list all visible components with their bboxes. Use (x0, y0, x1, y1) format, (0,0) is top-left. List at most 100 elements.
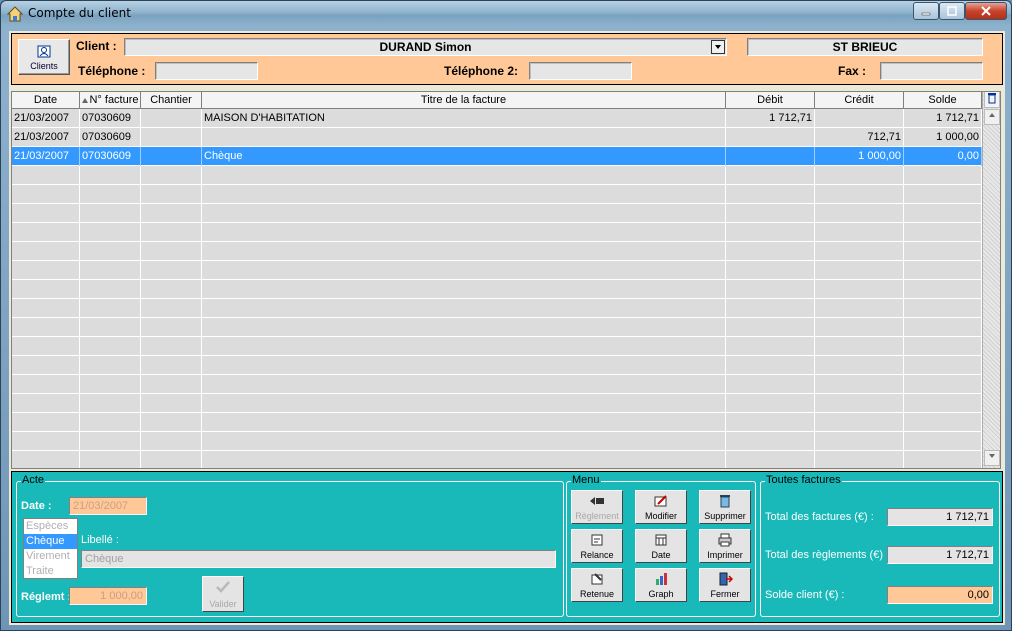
cell-solde (904, 432, 982, 451)
close-button[interactable] (965, 2, 1007, 20)
vertical-scrollbar[interactable] (982, 92, 1000, 468)
table-row-empty[interactable] (12, 204, 982, 223)
cell-solde (904, 261, 982, 280)
minimize-button[interactable] (913, 2, 939, 20)
cell-credit (815, 242, 904, 261)
cell-solde (904, 166, 982, 185)
cell-invoice-number (80, 394, 141, 413)
cell-date: 21/03/2007 (12, 147, 80, 166)
scroll-down-button[interactable] (984, 450, 1000, 466)
cell-titre (202, 204, 726, 223)
column-header-date[interactable]: Date (12, 92, 80, 109)
cell-solde: 1 712,71 (904, 109, 982, 128)
clients-button-label: Clients (30, 61, 58, 71)
cell-credit (815, 280, 904, 299)
date-button[interactable]: Date (635, 529, 687, 563)
cell-debit (726, 375, 815, 394)
table-row[interactable]: 21/03/2007 07030609 MAISON D'HABITATION 1 7… (12, 109, 982, 128)
table-row-empty[interactable] (12, 432, 982, 451)
table-row-empty[interactable] (12, 356, 982, 375)
cell-chantier (141, 299, 202, 318)
table-row-empty[interactable] (12, 318, 982, 337)
column-header-debit[interactable]: Débit (726, 92, 815, 109)
combo-dropdown-button[interactable] (711, 40, 725, 54)
maximize-icon (947, 6, 957, 16)
payment-type-especes[interactable]: Espèces (24, 519, 77, 534)
cell-date (12, 299, 80, 318)
table-row[interactable]: 21/03/2007 07030609 Chèque 1 000,00 0,00 (12, 147, 982, 166)
column-header-credit[interactable]: Crédit (815, 92, 904, 109)
table-row-empty[interactable] (12, 242, 982, 261)
cell-credit (815, 261, 904, 280)
supprimer-button[interactable]: Supprimer (699, 490, 751, 524)
valider-button-label: Valider (209, 599, 237, 609)
cell-date (12, 242, 80, 261)
acte-group: Acte Date : 21/03/2007 Espèces Chèque Vi… (16, 474, 564, 617)
cell-chantier (141, 223, 202, 242)
graph-button[interactable]: Graph (635, 568, 687, 602)
fax-label: Fax : (838, 64, 867, 78)
cell-invoice-number (80, 204, 141, 223)
cell-credit: 1 000,00 (815, 147, 904, 166)
table-row-empty[interactable] (12, 375, 982, 394)
fax-field[interactable] (880, 62, 983, 80)
table-row-empty[interactable] (12, 166, 982, 185)
cell-debit (726, 166, 815, 185)
payment-type-list[interactable]: Espèces Chèque Virement Traite (23, 518, 78, 579)
minimize-icon (921, 12, 931, 16)
cell-chantier (141, 109, 202, 128)
bottom-panel: Acte Date : 21/03/2007 Espèces Chèque Vi… (11, 471, 1003, 623)
cell-date: 21/03/2007 (12, 128, 80, 147)
payment-type-cheque[interactable]: Chèque (24, 534, 77, 549)
table-row-empty[interactable] (12, 413, 982, 432)
table-row-empty[interactable] (12, 299, 982, 318)
table-row-empty[interactable] (12, 280, 982, 299)
valider-button[interactable]: Valider (202, 576, 244, 612)
city-field: ST BRIEUC (747, 38, 983, 56)
cell-solde: 1 000,00 (904, 128, 982, 147)
reglement-input[interactable]: 1 000,00 (69, 587, 147, 605)
reglement-button[interactable]: Règlement (571, 490, 623, 524)
scroll-up-button[interactable] (984, 109, 1000, 125)
cell-date: 21/03/2007 (12, 109, 80, 128)
title-bar[interactable]: Compte du client (1, 1, 1011, 27)
close-icon (981, 6, 991, 16)
fermer-button-label: Fermer (710, 589, 740, 599)
cell-date (12, 451, 80, 468)
acte-legend: Acte (21, 474, 46, 486)
date-button-label: Date (651, 550, 671, 560)
maximize-button[interactable] (939, 2, 965, 20)
fermer-button[interactable]: Fermer (699, 568, 751, 602)
cell-date (12, 185, 80, 204)
telephone2-field[interactable] (529, 62, 632, 80)
relance-button[interactable]: Relance (571, 529, 623, 563)
client-select[interactable]: DURAND Simon (124, 38, 727, 56)
client-header-panel: Clients Client : DURAND Simon ST BRIEUC … (11, 33, 1003, 85)
retenue-button[interactable]: Retenue (571, 568, 623, 602)
imprimer-button[interactable]: Imprimer (699, 529, 751, 563)
column-chooser-button[interactable] (984, 92, 1000, 108)
table-row-empty[interactable] (12, 394, 982, 413)
table-row-empty[interactable] (12, 185, 982, 204)
date-input[interactable]: 21/03/2007 (69, 497, 147, 515)
payment-type-traite[interactable]: Traite (24, 564, 77, 579)
libelle-input[interactable]: Chèque (81, 550, 556, 568)
telephone-field[interactable] (155, 62, 258, 80)
clients-button[interactable]: Clients (18, 39, 70, 75)
cell-date (12, 166, 80, 185)
cell-solde (904, 185, 982, 204)
column-header-invoice-number[interactable]: N° facture (80, 92, 141, 109)
table-row-empty[interactable] (12, 223, 982, 242)
table-row[interactable]: 21/03/2007 07030609 712,71 1 000,00 (12, 128, 982, 147)
libelle-label: Libellé : (81, 534, 119, 546)
table-row-empty[interactable] (12, 261, 982, 280)
modifier-button[interactable]: Modifier (635, 490, 687, 524)
column-header-titre[interactable]: Titre de la facture (202, 92, 726, 109)
column-header-solde[interactable]: Solde (904, 92, 982, 109)
payment-type-virement[interactable]: Virement (24, 549, 77, 564)
table-row-empty[interactable] (12, 337, 982, 356)
total-reglements-value: 1 712,71 (887, 546, 993, 564)
column-header-chantier[interactable]: Chantier (141, 92, 202, 109)
cell-credit (815, 299, 904, 318)
table-row-empty[interactable] (12, 451, 982, 468)
